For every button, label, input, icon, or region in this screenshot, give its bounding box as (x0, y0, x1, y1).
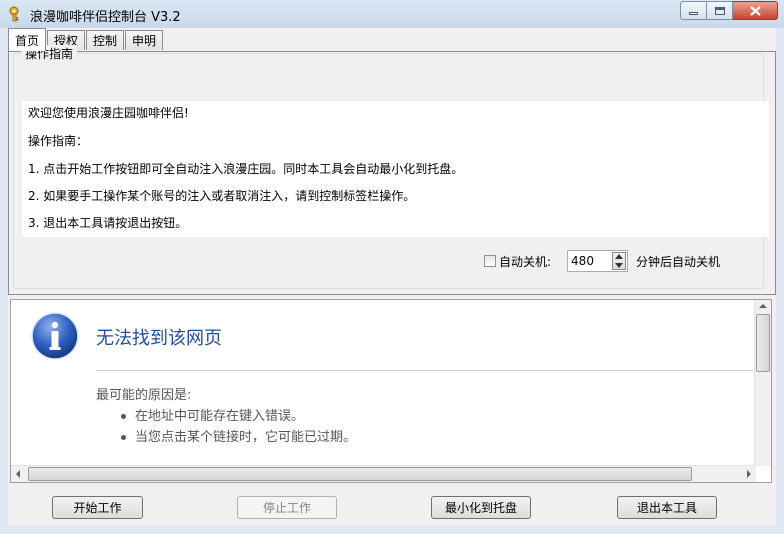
reason-item: 当您点击某个链接时，它可能已过期。 (121, 426, 356, 445)
guide-line-1: 1. 点击开始工作按钮即可全自动注入浪漫庄园。同时本工具会自动最小化到托盘。 (28, 162, 464, 176)
scroll-up-icon[interactable] (759, 304, 767, 308)
horizontal-scrollbar[interactable] (11, 465, 756, 482)
auto-shutdown-label: 自动关机: (499, 254, 552, 269)
window-controls (680, 1, 778, 20)
auto-shutdown-row: 自动关机: 480 分钟后自动关机 (484, 250, 720, 272)
chevron-up-icon[interactable] (615, 254, 624, 259)
stop-work-button[interactable]: 停止工作 (237, 496, 337, 519)
chevron-down-icon[interactable] (615, 263, 624, 268)
guide-line-heading: 操作指南： (28, 134, 89, 148)
guide-line-2: 2. 如果要手工操作某个账号的注入或者取消注入，请到控制标签栏操作。 (28, 189, 416, 203)
reason-text: 在地址中可能存在键入错误。 (135, 409, 305, 424)
start-work-button[interactable]: 开始工作 (52, 496, 143, 519)
divider (96, 370, 753, 371)
close-button[interactable] (733, 1, 778, 20)
auto-shutdown-suffix: 分钟后自动关机 (636, 254, 721, 269)
shutdown-minutes-stepper[interactable]: 480 (567, 250, 629, 272)
horizontal-scroll-thumb[interactable] (28, 467, 692, 481)
bullet-icon (121, 414, 126, 419)
scroll-right-icon[interactable] (747, 470, 751, 478)
scroll-left-icon[interactable] (16, 470, 20, 478)
vertical-scroll-thumb[interactable] (756, 314, 770, 372)
error-title: 无法找到该网页 (96, 328, 222, 349)
tab-home[interactable]: 首页 (8, 28, 47, 51)
reason-item: 在地址中可能存在键入错误。 (121, 405, 304, 424)
reason-text: 当您点击某个链接时，它可能已过期。 (135, 430, 357, 445)
minimize-button[interactable] (680, 1, 707, 20)
bullet-icon (121, 435, 126, 440)
reason-heading: 最可能的原因是: (96, 388, 192, 403)
close-icon (749, 5, 761, 16)
info-icon (31, 312, 79, 360)
key-icon (9, 6, 19, 22)
exit-tool-button[interactable]: 退出本工具 (617, 496, 717, 519)
stepper-buttons[interactable] (612, 252, 627, 270)
title-bar[interactable]: 浪漫咖啡伴侣控制台 V3.2 (0, 0, 784, 28)
app-window: 浪漫咖啡伴侣控制台 V3.2 首页 授权 控制 申明 操作指南 欢迎您使用浪漫庄… (0, 0, 784, 534)
embedded-browser[interactable]: 无法找到该网页 最可能的原因是: 在地址中可能存在键入错误。 当您点击某个链接时… (10, 299, 772, 483)
guide-line-3: 3. 退出本工具请按退出按钮。 (28, 216, 188, 230)
guide-line-welcome: 欢迎您使用浪漫庄园咖啡伴侣! (28, 106, 189, 120)
vertical-scrollbar[interactable] (754, 300, 771, 466)
maximize-icon (714, 6, 725, 15)
maximize-button[interactable] (707, 1, 733, 20)
minimize-icon (689, 12, 698, 15)
auto-shutdown-checkbox[interactable] (484, 255, 496, 267)
window-title: 浪漫咖啡伴侣控制台 V3.2 (30, 10, 181, 25)
minimize-to-tray-button[interactable]: 最小化到托盘 (431, 496, 531, 519)
shutdown-minutes-value: 480 (571, 254, 594, 268)
guide-text-area: 欢迎您使用浪漫庄园咖啡伴侣! 操作指南： 1. 点击开始工作按钮即可全自动注入浪… (22, 101, 769, 237)
